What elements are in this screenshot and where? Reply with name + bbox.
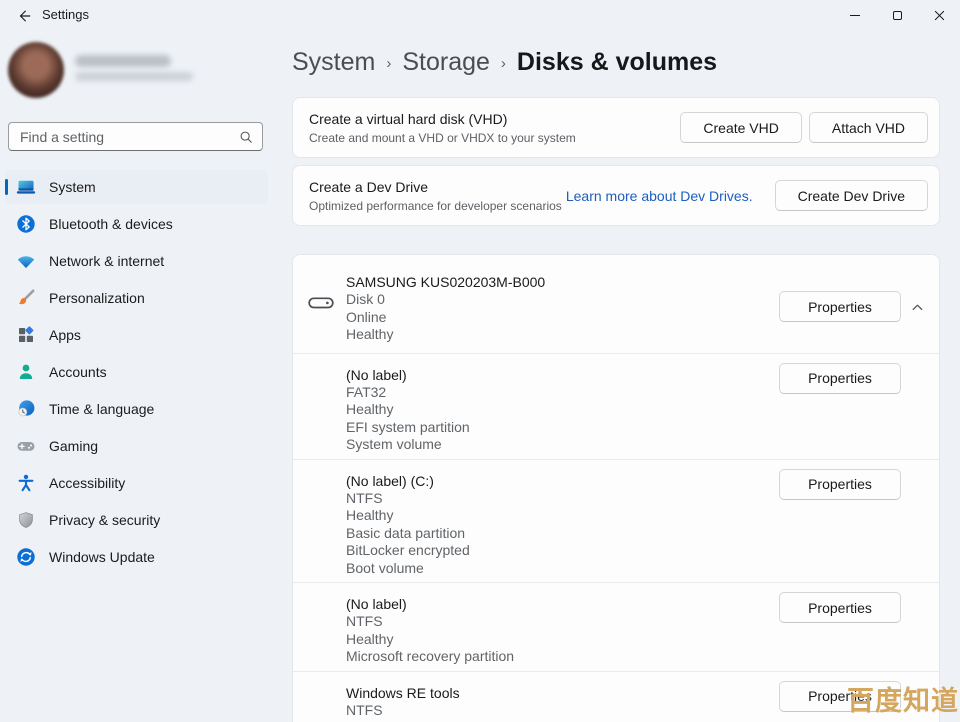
drive-icon	[308, 293, 334, 318]
app-title: Settings	[42, 7, 89, 22]
back-button[interactable]	[10, 4, 38, 28]
sidebar-item-network-internet[interactable]: Network & internet	[5, 244, 268, 278]
dev-drive-card: Create a Dev Drive Optimized performance…	[292, 165, 940, 226]
breadcrumb-system[interactable]: System	[292, 48, 375, 77]
sidebar-item-bluetooth-devices[interactable]: Bluetooth & devices	[5, 207, 268, 241]
search-input[interactable]	[9, 123, 262, 150]
disk-row: SAMSUNG KUS020203M-B000 Disk 0 Online He…	[293, 255, 939, 353]
gamepad-icon	[16, 436, 36, 456]
create-vhd-button[interactable]: Create VHD	[680, 112, 801, 143]
sidebar: System Bluetooth & devices Network & int…	[0, 30, 278, 722]
close-button[interactable]	[918, 0, 960, 30]
minimize-icon	[850, 15, 860, 16]
volume-health: Healthy	[346, 401, 939, 419]
vhd-card-title: Create a virtual hard disk (VHD)	[309, 110, 680, 128]
breadcrumb-separator: ›	[501, 53, 506, 72]
paintbrush-icon	[16, 288, 36, 308]
attach-vhd-button[interactable]: Attach VHD	[809, 112, 928, 143]
clock-globe-icon	[16, 399, 36, 419]
volume-partition-type: EFI system partition	[346, 419, 939, 437]
sidebar-item-label: Accounts	[49, 364, 107, 380]
breadcrumb-storage[interactable]: Storage	[402, 48, 490, 77]
user-email-blurred	[75, 72, 193, 81]
selected-indicator	[5, 179, 8, 195]
maximize-icon	[893, 11, 902, 20]
volume-role: System volume	[346, 436, 939, 454]
sidebar-item-accounts[interactable]: Accounts	[5, 355, 268, 389]
vhd-card-description: Create and mount a VHD or VHDX to your s…	[309, 131, 680, 146]
system-laptop-icon	[16, 177, 36, 197]
dev-card-title: Create a Dev Drive	[309, 178, 566, 196]
sidebar-item-label: Time & language	[49, 401, 154, 417]
sidebar-item-label: Windows Update	[49, 549, 155, 565]
back-arrow-icon	[16, 8, 32, 24]
volume-properties-button[interactable]: Properties	[779, 469, 901, 500]
sidebar-item-personalization[interactable]: Personalization	[5, 281, 268, 315]
dev-card-description: Optimized performance for developer scen…	[309, 199, 566, 214]
sidebar-item-system[interactable]: System	[5, 170, 268, 204]
volume-properties-button[interactable]: Properties	[779, 363, 901, 394]
search-icon[interactable]	[239, 130, 253, 149]
sidebar-item-label: Gaming	[49, 438, 98, 454]
maximize-button[interactable]	[876, 0, 918, 30]
volume-row-efi: (No label) FAT32 Healthy EFI system part…	[293, 353, 939, 459]
dev-card-texts: Create a Dev Drive Optimized performance…	[309, 178, 566, 214]
search-box	[8, 122, 263, 151]
user-name-blurred	[75, 55, 171, 67]
sidebar-item-label: Apps	[49, 327, 81, 343]
collapse-toggle[interactable]	[905, 296, 929, 318]
sidebar-item-apps[interactable]: Apps	[5, 318, 268, 352]
disk-title: SAMSUNG KUS020203M-B000	[346, 273, 939, 291]
person-arms-out-icon	[16, 473, 36, 493]
window-controls	[834, 0, 960, 30]
volume-partition-type: Microsoft recovery partition	[346, 648, 939, 666]
user-profile[interactable]	[8, 40, 268, 102]
sidebar-item-label: Accessibility	[49, 475, 125, 491]
sidebar-item-label: System	[49, 179, 96, 195]
person-icon	[16, 362, 36, 382]
sidebar-item-accessibility[interactable]: Accessibility	[5, 466, 268, 500]
vhd-card: Create a virtual hard disk (VHD) Create …	[292, 97, 940, 158]
volume-role: Boot volume	[346, 560, 939, 578]
app-grid-icon	[16, 325, 36, 345]
chevron-up-icon	[910, 300, 925, 315]
sync-arrows-icon	[16, 547, 36, 567]
sidebar-nav: System Bluetooth & devices Network & int…	[5, 170, 268, 574]
sidebar-item-windows-update[interactable]: Windows Update	[5, 540, 268, 574]
avatar	[8, 42, 64, 98]
create-dev-drive-button[interactable]: Create Dev Drive	[775, 180, 928, 211]
baidu-zhidao-watermark: 百度知道	[847, 679, 959, 718]
sidebar-item-label: Personalization	[49, 290, 145, 306]
disk-properties-button[interactable]: Properties	[779, 291, 901, 322]
bluetooth-icon	[16, 214, 36, 234]
disks-card: SAMSUNG KUS020203M-B000 Disk 0 Online He…	[292, 254, 940, 722]
volume-row-recovery: (No label) NTFS Healthy Microsoft recove…	[293, 582, 939, 671]
volume-health: Healthy	[346, 507, 939, 525]
close-icon	[934, 10, 945, 21]
disk-health: Healthy	[346, 326, 939, 344]
sidebar-item-label: Bluetooth & devices	[49, 216, 173, 232]
breadcrumb: System › Storage › Disks & volumes	[292, 44, 717, 80]
shield-icon	[16, 510, 36, 530]
vhd-card-texts: Create a virtual hard disk (VHD) Create …	[309, 110, 680, 146]
titlebar: Settings	[0, 0, 960, 30]
volume-row-c-drive: (No label) (C:) NTFS Healthy Basic data …	[293, 459, 939, 583]
dev-drives-learn-more-link[interactable]: Learn more about Dev Drives.	[566, 188, 753, 204]
sidebar-item-label: Privacy & security	[49, 512, 160, 528]
minimize-button[interactable]	[834, 0, 876, 30]
volume-properties-button[interactable]: Properties	[779, 592, 901, 623]
sidebar-item-gaming[interactable]: Gaming	[5, 429, 268, 463]
breadcrumb-separator: ›	[386, 53, 391, 72]
volume-health: Healthy	[346, 631, 939, 649]
volume-partition-type: Basic data partition	[346, 525, 939, 543]
page-title: Disks & volumes	[517, 48, 717, 77]
volume-encryption: BitLocker encrypted	[346, 542, 939, 560]
sidebar-item-label: Network & internet	[49, 253, 164, 269]
sidebar-item-privacy-security[interactable]: Privacy & security	[5, 503, 268, 537]
sidebar-item-time-language[interactable]: Time & language	[5, 392, 268, 426]
volume-row-windows-re: Windows RE tools NTFS Healthy Properties	[293, 671, 939, 722]
wifi-icon	[16, 251, 36, 271]
